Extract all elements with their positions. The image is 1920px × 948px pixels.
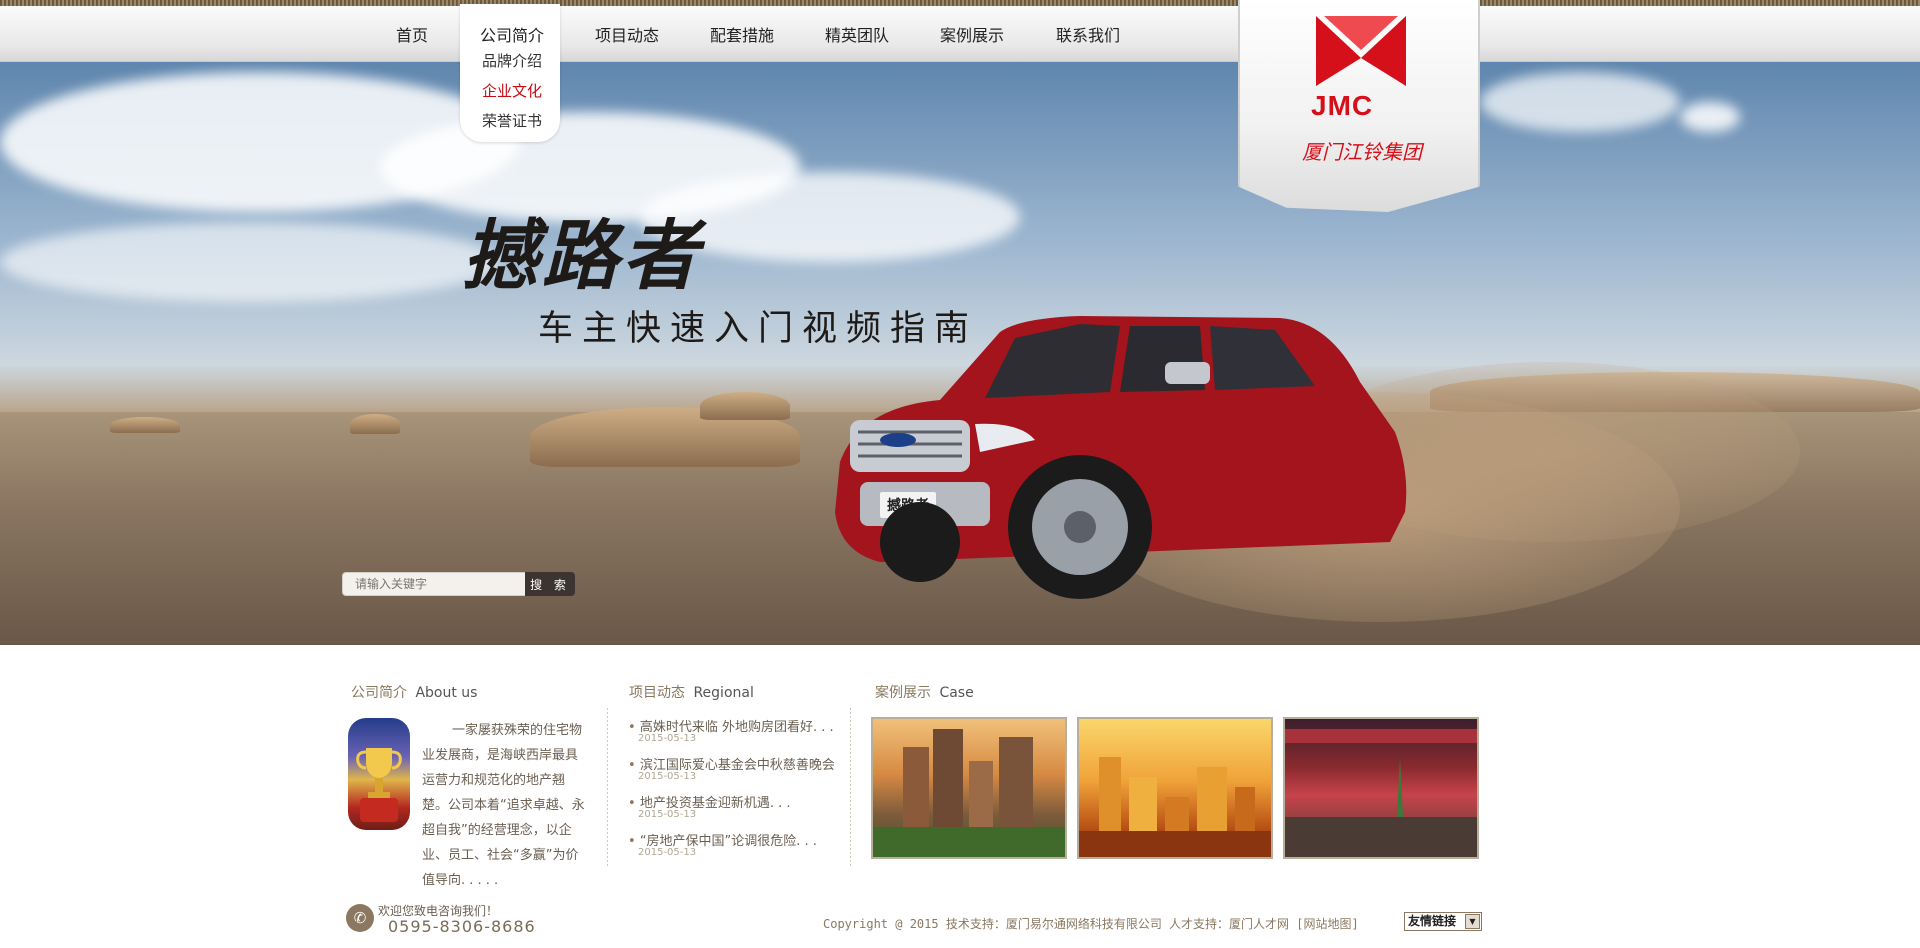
list-item: “房地产保中国”论调很危险. . . 2015-05-13 xyxy=(628,830,828,868)
logo-tag[interactable]: JMC 厦门江铃集团 xyxy=(1238,0,1480,212)
friend-links-select[interactable]: 友情链接 ▼ xyxy=(1404,912,1482,931)
chevron-down-icon[interactable]: ▼ xyxy=(1465,914,1480,929)
search-input[interactable] xyxy=(342,572,526,596)
news-section-title: 项目动态 Regional xyxy=(629,682,754,702)
news-list: 高姝时代来临 外地购房团看好. . . 2015-05-13 滨江国际爱心基金会… xyxy=(628,716,835,868)
footer-copyright: Copyright @ 2015 技术支持：厦门易尔通网络科技有限公司 人才支持… xyxy=(823,917,1359,931)
nav-item-team[interactable]: 精英团队 xyxy=(825,22,889,46)
news-title-cn: 项目动态 xyxy=(629,685,685,701)
case-image-2[interactable] xyxy=(1077,717,1273,859)
hero-banner: 撼路者 车主快速入门视频指南 撼路者 搜 索 xyxy=(0,62,1920,645)
main-navbar: 首页 项目动态 配套措施 精英团队 案例展示 联系我们 xyxy=(0,6,1920,62)
cases-title-en: Case xyxy=(939,685,974,701)
hero-title: 撼路者 xyxy=(462,211,702,300)
case-image-1[interactable] xyxy=(871,717,1067,859)
cases-title-cn: 案例展示 xyxy=(875,685,931,701)
list-item: 滨江国际爱心基金会中秋慈善晚会 2015-05-13 xyxy=(628,754,835,792)
section-divider xyxy=(607,708,608,866)
friend-links-label: 友情链接 xyxy=(1408,914,1457,928)
red-suv-image: 撼路者 xyxy=(835,316,1407,599)
logo-wordmark: JMC xyxy=(1311,90,1374,121)
about-title-cn: 公司简介 xyxy=(351,685,407,701)
logo-company-name: 厦门江铃集团 xyxy=(1302,140,1422,164)
nav-item-contact[interactable]: 联系我们 xyxy=(1056,22,1120,46)
search-button[interactable]: 搜 索 xyxy=(525,572,575,596)
list-item: 高姝时代来临 外地购房团看好. . . 2015-05-13 xyxy=(628,716,834,754)
trophy-icon xyxy=(356,748,402,822)
case-image-3[interactable] xyxy=(1283,717,1479,859)
dropdown-item-honors[interactable]: 荣誉证书 xyxy=(482,110,542,131)
news-title-en: Regional xyxy=(693,685,754,701)
list-item: 地产投资基金迎新机遇. . . 2015-05-13 xyxy=(628,792,828,830)
nav-item-projects[interactable]: 项目动态 xyxy=(595,22,659,46)
nav-item-facilities[interactable]: 配套措施 xyxy=(710,22,774,46)
about-title-en: About us xyxy=(415,685,478,701)
nav-item-home[interactable]: 首页 xyxy=(396,22,428,46)
dropdown-item-brand[interactable]: 品牌介绍 xyxy=(482,50,542,71)
trophy-image xyxy=(348,718,410,830)
dropdown-item-culture[interactable]: 企业文化 xyxy=(482,80,542,101)
phone-icon: ✆ xyxy=(346,904,374,932)
nav-item-company[interactable]: 公司简介 xyxy=(480,22,544,46)
nav-item-cases[interactable]: 案例展示 xyxy=(940,22,1004,46)
jmc-logo-icon xyxy=(1316,16,1406,86)
section-divider xyxy=(850,708,851,866)
footer-phone-number: 0595-8306-8686 xyxy=(388,917,536,936)
about-section-title: 公司简介 About us xyxy=(351,682,477,702)
company-dropdown-menu: 公司简介 品牌介绍 企业文化 荣誉证书 xyxy=(460,4,560,142)
cases-section-title: 案例展示 Case xyxy=(875,682,974,702)
